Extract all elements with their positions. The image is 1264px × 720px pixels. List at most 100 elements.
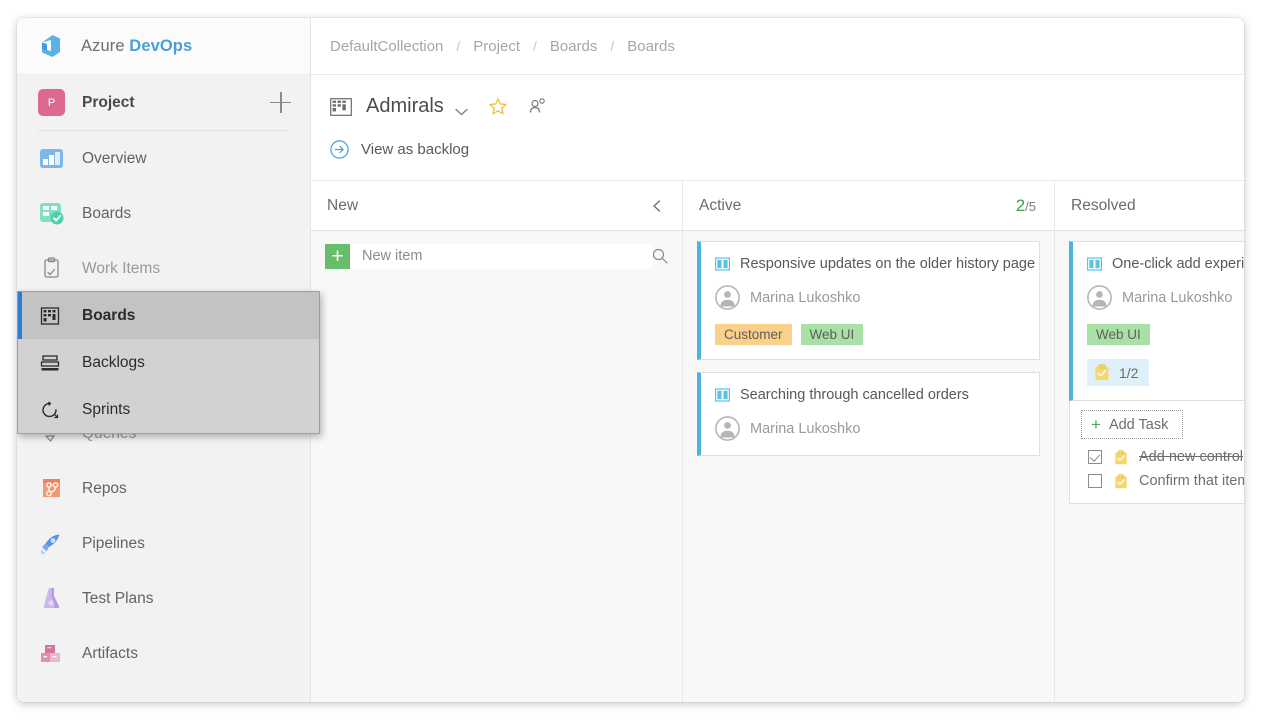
- star-icon[interactable]: [488, 97, 508, 117]
- chevron-down-icon[interactable]: [455, 103, 468, 111]
- main-content: DefaultCollection / Project / Boards / B…: [311, 18, 1244, 702]
- avatar-icon: [715, 416, 740, 441]
- sprints-icon: [39, 399, 61, 421]
- sidebar-item-artifacts[interactable]: Artifacts: [17, 626, 310, 681]
- user-story-icon: [715, 257, 730, 271]
- card-tags: Customer Web UI: [715, 324, 1025, 345]
- tag-customer[interactable]: Customer: [715, 324, 792, 345]
- board-column-resolved: Resolved One-click add: [1055, 181, 1244, 702]
- sidebar-item-label: Work Items: [82, 260, 160, 278]
- card-title: Responsive updates on the older history …: [740, 255, 1035, 273]
- task-count-badge[interactable]: 1/2: [1087, 359, 1149, 386]
- sidebar-item-boards[interactable]: Boards: [17, 186, 310, 241]
- new-item-button[interactable]: New item: [325, 244, 652, 269]
- sidebar-item-overview[interactable]: Overview: [17, 131, 310, 186]
- brand-header[interactable]: Azure DevOps: [17, 18, 310, 75]
- checklist-item[interactable]: Add new control: [1070, 445, 1244, 469]
- search-icon[interactable]: [652, 248, 668, 264]
- breadcrumb-separator: /: [456, 38, 460, 54]
- project-avatar: P: [38, 89, 65, 116]
- column-title: Resolved: [1071, 197, 1244, 215]
- test-plans-icon: [38, 585, 65, 612]
- artifacts-icon: [38, 640, 65, 667]
- add-task-button[interactable]: + Add Task: [1081, 410, 1183, 439]
- backlogs-icon: [39, 352, 61, 374]
- card-assignee: Marina Lukoshko: [1087, 285, 1244, 310]
- flyout-item-sprints[interactable]: Sprints: [18, 386, 319, 433]
- sidebar-item-label: Boards: [82, 205, 131, 223]
- checklist-item[interactable]: Confirm that item: [1070, 469, 1244, 493]
- board-card[interactable]: One-click add experien Marina Lukoshko: [1069, 241, 1244, 401]
- breadcrumb-item-project[interactable]: Project: [473, 38, 520, 55]
- project-name: Project: [82, 94, 270, 112]
- checkbox-icon[interactable]: [1088, 450, 1102, 464]
- sidebar-item-label: Repos: [82, 480, 127, 498]
- boards-grid-icon: [39, 305, 61, 327]
- breadcrumb-item-boards[interactable]: Boards: [627, 38, 675, 55]
- add-project-button[interactable]: [270, 92, 292, 114]
- chevron-left-icon[interactable]: [650, 199, 664, 213]
- card-title: One-click add experien: [1112, 255, 1244, 273]
- task-count-label: 1/2: [1119, 365, 1138, 381]
- azure-devops-logo-icon: [38, 33, 64, 59]
- sidebar-item-pipelines[interactable]: Pipelines: [17, 516, 310, 571]
- sidebar-item-label: Pipelines: [82, 535, 145, 553]
- card-assignee: Marina Lukoshko: [715, 416, 1025, 441]
- task-clipboard-icon: [1114, 450, 1128, 465]
- brand-label: Azure DevOps: [81, 37, 192, 56]
- tag-web-ui[interactable]: Web UI: [801, 324, 864, 345]
- checklist-item-label: Confirm that item: [1139, 473, 1244, 489]
- column-header: Active 2/5: [683, 181, 1054, 231]
- project-row[interactable]: P Project: [17, 75, 310, 130]
- sidebar-item-label: Artifacts: [82, 645, 138, 663]
- column-title: New: [327, 197, 650, 215]
- brand-suffix: DevOps: [129, 37, 192, 55]
- wip-current: 2: [1016, 196, 1025, 215]
- view-as-backlog-link[interactable]: View as backlog: [330, 140, 1244, 159]
- boards-flyout-menu: Boards Backlogs: [17, 291, 320, 434]
- checklist-item-label: Add new control: [1139, 449, 1243, 465]
- card-title-row: Searching through cancelled orders: [715, 386, 1025, 404]
- wip-limit: 2/5: [1016, 196, 1036, 216]
- board-columns: New New item: [311, 180, 1244, 702]
- boards-icon: [38, 200, 65, 227]
- board-card[interactable]: Searching through cancelled orders Mari: [697, 372, 1040, 456]
- column-title: Active: [699, 197, 1016, 215]
- sidebar-item-label: Test Plans: [82, 590, 154, 608]
- add-task-label: Add Task: [1109, 417, 1168, 433]
- board-grid-icon: [330, 98, 352, 116]
- task-clipboard-icon: [1094, 364, 1110, 381]
- checkbox-icon[interactable]: [1088, 474, 1102, 488]
- user-story-icon: [1087, 257, 1102, 271]
- flyout-item-label: Boards: [82, 307, 135, 325]
- board-column-new: New New item: [311, 181, 683, 702]
- sidebar-item-work-items[interactable]: Work Items: [17, 241, 310, 296]
- user-story-icon: [715, 388, 730, 402]
- sidebar-item-test-plans[interactable]: Test Plans: [17, 571, 310, 626]
- column-body: New item: [311, 231, 682, 702]
- avatar-icon: [1087, 285, 1112, 310]
- flyout-item-boards[interactable]: Boards: [18, 292, 319, 339]
- sidebar: Azure DevOps P Project Overview: [17, 18, 311, 702]
- breadcrumb-item-boards-section[interactable]: Boards: [550, 38, 598, 55]
- assignee-name: Marina Lukoshko: [750, 290, 860, 306]
- card-checklist: + Add Task: [1069, 401, 1244, 504]
- assignee-name: Marina Lukoshko: [1122, 290, 1232, 306]
- breadcrumb-separator: /: [533, 38, 537, 54]
- people-icon[interactable]: [528, 97, 547, 116]
- tag-web-ui[interactable]: Web UI: [1087, 324, 1150, 345]
- board-title: Admirals: [366, 95, 444, 118]
- plus-icon: [325, 244, 350, 269]
- board-card[interactable]: Responsive updates on the older history …: [697, 241, 1040, 360]
- work-items-icon: [38, 255, 65, 282]
- board-title-row: Admirals: [330, 95, 1244, 118]
- new-item-row: New item: [325, 241, 668, 271]
- breadcrumb: DefaultCollection / Project / Boards / B…: [311, 18, 1244, 75]
- board-column-active: Active 2/5 R: [683, 181, 1055, 702]
- board-header: Admirals: [311, 75, 1244, 159]
- flyout-item-backlogs[interactable]: Backlogs: [18, 339, 319, 386]
- sidebar-item-repos[interactable]: Repos: [17, 461, 310, 516]
- column-body: One-click add experien Marina Lukoshko: [1055, 231, 1244, 702]
- flyout-item-label: Backlogs: [82, 354, 145, 372]
- breadcrumb-item-collection[interactable]: DefaultCollection: [330, 38, 443, 55]
